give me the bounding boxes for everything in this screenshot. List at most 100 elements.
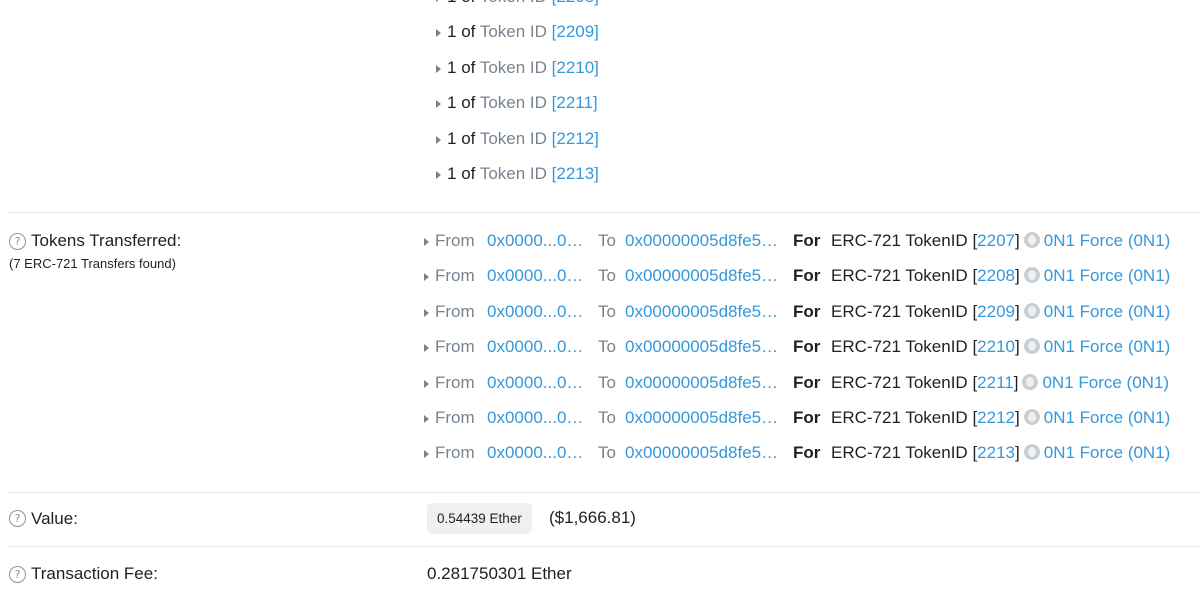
token-id-row[interactable]: 1 of Token ID [2213]	[436, 164, 599, 184]
from-address-link[interactable]: 0x0000...0…	[487, 302, 583, 322]
from-label: From	[435, 408, 475, 427]
transfer-row[interactable]: From 0x0000...0… To 0x00000005d8fe5… For ERC-…	[424, 373, 1169, 393]
from-address-link[interactable]: 0x0000...0…	[487, 408, 583, 428]
token-standard-group: ERC-721 TokenID [2207] 0N1 Force (0N1)	[831, 231, 1170, 251]
to-address-link[interactable]: 0x00000005d8fe5…	[625, 408, 778, 428]
from-address-link[interactable]: 0x0000...0…	[487, 337, 583, 357]
from-address-link[interactable]: 0x0000...0…	[487, 443, 583, 463]
transfer-row[interactable]: From 0x0000...0… To 0x00000005d8fe5… For ERC-…	[424, 408, 1170, 428]
token-name-link[interactable]: 0N1 Force (0N1)	[1044, 337, 1171, 356]
caret-right-icon[interactable]	[424, 414, 429, 423]
to-address-link[interactable]: 0x00000005d8fe5…	[625, 266, 778, 286]
token-id-link[interactable]: 2209	[977, 302, 1015, 321]
token-id-row[interactable]: 1 of Token ID [2208]	[436, 0, 599, 7]
from-address-link[interactable]: 0x0000...0…	[487, 231, 583, 251]
to-label: To	[598, 266, 616, 285]
token-id-link[interactable]: [2211]	[552, 93, 598, 112]
for-label: For	[793, 443, 821, 462]
token-id-label: Token ID	[479, 129, 547, 148]
token-id-link[interactable]: [2208]	[552, 0, 599, 6]
question-icon[interactable]: ?	[9, 510, 26, 527]
token-of: of	[461, 129, 476, 148]
token-logo-icon	[1023, 444, 1040, 460]
close-bracket: ]	[1015, 443, 1020, 462]
transfer-row[interactable]: From 0x0000...0… To 0x00000005d8fe5… For ERC-…	[424, 337, 1170, 357]
token-name-link[interactable]: 0N1 Force (0N1)	[1044, 231, 1171, 250]
token-id-link[interactable]: 2210	[977, 337, 1015, 356]
token-id-link[interactable]: 2208	[977, 266, 1015, 285]
from-address-link[interactable]: 0x0000...0…	[487, 373, 583, 393]
from-label: From	[435, 266, 475, 285]
to-label: To	[598, 443, 616, 462]
divider	[8, 212, 1200, 213]
to-label: To	[598, 408, 616, 427]
caret-right-icon[interactable]	[424, 449, 429, 458]
to-address-link[interactable]: 0x00000005d8fe5…	[625, 373, 778, 393]
token-id-link[interactable]: [2212]	[552, 129, 599, 148]
transfer-row[interactable]: From 0x0000...0… To 0x00000005d8fe5… For ERC-…	[424, 443, 1170, 463]
token-name-link[interactable]: 0N1 Force (0N1)	[1042, 373, 1169, 392]
token-id-link[interactable]: [2210]	[552, 58, 599, 77]
close-bracket: ]	[1013, 373, 1019, 392]
token-id-row[interactable]: 1 of Token ID [2212]	[436, 129, 599, 149]
caret-right-icon[interactable]	[424, 343, 429, 352]
transfers-count: (7 ERC-721 Transfers found)	[9, 256, 176, 271]
tokens-transferred-label: Tokens Transferred:	[31, 231, 182, 250]
token-id-link[interactable]: 2213	[977, 443, 1015, 462]
token-id-row[interactable]: 1 of Token ID [2209]	[436, 22, 599, 42]
to-address-link[interactable]: 0x00000005d8fe5…	[625, 443, 778, 463]
token-standard-group: ERC-721 TokenID [2213] 0N1 Force (0N1)	[831, 443, 1170, 463]
token-id-link[interactable]: 2207	[977, 231, 1015, 250]
transfer-row[interactable]: From 0x0000...0… To 0x00000005d8fe5… For ERC-…	[424, 266, 1170, 286]
value-amount-badge: 0.54439 Ether	[427, 503, 532, 534]
question-icon[interactable]: ?	[9, 233, 26, 250]
token-standard: ERC-721 TokenID	[831, 231, 968, 250]
token-standard-group: ERC-721 TokenID [2212] 0N1 Force (0N1)	[831, 408, 1170, 428]
transfer-row[interactable]: From 0x0000...0… To 0x00000005d8fe5… For ERC-…	[424, 231, 1170, 251]
caret-right-icon[interactable]	[436, 64, 441, 73]
token-name-link[interactable]: 0N1 Force (0N1)	[1044, 408, 1171, 427]
token-of: of	[461, 93, 476, 112]
token-id-link[interactable]: [2209]	[552, 22, 599, 41]
to-address-link[interactable]: 0x00000005d8fe5…	[625, 231, 778, 251]
transfer-row[interactable]: From 0x0000...0… To 0x00000005d8fe5… For ERC-…	[424, 302, 1170, 322]
for-label: For	[793, 231, 821, 250]
token-id-label: Token ID	[479, 22, 547, 41]
token-name-link[interactable]: 0N1 Force (0N1)	[1044, 443, 1171, 462]
token-id-link[interactable]: 2212	[977, 408, 1015, 427]
token-of: of	[461, 0, 475, 6]
caret-right-icon[interactable]	[424, 237, 429, 246]
token-qty: 1	[447, 0, 456, 6]
token-id-label: Token ID	[479, 93, 547, 112]
token-name-link[interactable]: 0N1 Force (0N1)	[1044, 302, 1171, 321]
token-name-link[interactable]: 0N1 Force (0N1)	[1044, 266, 1171, 285]
token-standard: ERC-721 TokenID	[831, 408, 968, 427]
value-usd: ($1,666.81)	[549, 508, 636, 527]
caret-right-icon[interactable]	[424, 272, 429, 281]
token-logo-icon	[1023, 303, 1040, 319]
from-address-link[interactable]: 0x0000...0…	[487, 266, 583, 286]
token-id-link[interactable]: 2211	[977, 373, 1014, 392]
caret-right-icon[interactable]	[436, 135, 441, 144]
token-id-row[interactable]: 1 of Token ID [2211]	[436, 93, 598, 113]
caret-right-icon[interactable]	[436, 99, 441, 108]
token-qty: 1	[447, 22, 457, 41]
token-qty: 1	[447, 164, 457, 183]
caret-right-icon[interactable]	[436, 170, 441, 179]
token-id-label: Token ID	[479, 164, 547, 183]
question-icon[interactable]: ?	[9, 566, 26, 583]
caret-right-icon[interactable]	[424, 379, 429, 388]
for-label: For	[793, 337, 821, 356]
token-id-link[interactable]: [2213]	[552, 164, 599, 183]
to-label: To	[598, 373, 616, 392]
value-label: Value:	[31, 509, 78, 528]
caret-right-icon[interactable]	[436, 0, 441, 2]
to-address-link[interactable]: 0x00000005d8fe5…	[625, 337, 778, 357]
token-logo-icon	[1023, 338, 1040, 354]
caret-right-icon[interactable]	[436, 28, 441, 37]
to-address-link[interactable]: 0x00000005d8fe5…	[625, 302, 778, 322]
token-id-row[interactable]: 1 of Token ID [2210]	[436, 58, 599, 78]
token-standard-group: ERC-721 TokenID [2208] 0N1 Force (0N1)	[831, 266, 1170, 286]
token-standard-group: ERC-721 TokenID [2211] 0N1 Force (0N1)	[831, 373, 1169, 393]
caret-right-icon[interactable]	[424, 308, 429, 317]
